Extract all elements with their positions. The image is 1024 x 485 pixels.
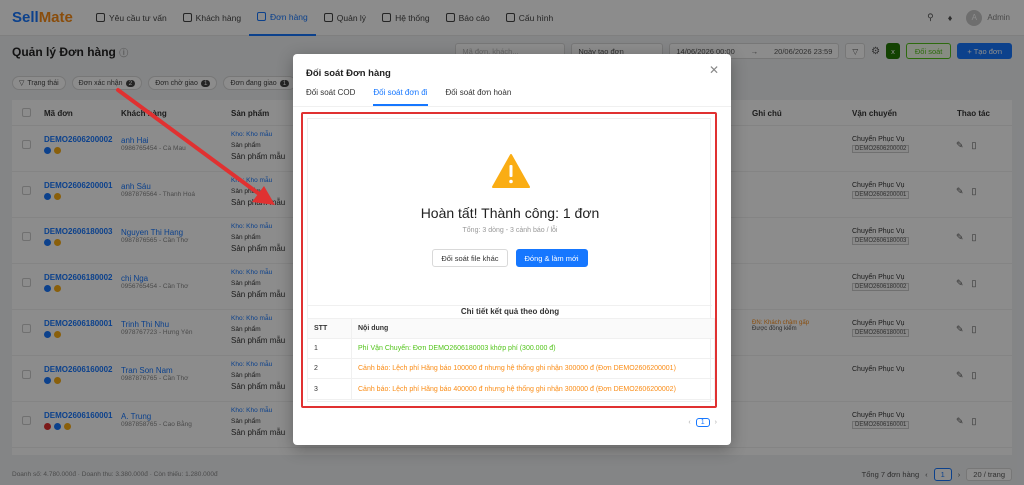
row-content: Cảnh báo: Lệch phí Hãng báo 400000 đ như…	[358, 385, 676, 393]
col-stt: STT	[308, 319, 352, 338]
modal-tabs: Đối soát COD Đối soát đơn đi Đối soát đơ…	[306, 88, 511, 106]
modal-title: Đối soát Đơn hàng	[306, 68, 391, 79]
tab-return[interactable]: Đối soát đơn hoàn	[446, 88, 512, 106]
row-stt: 1	[308, 339, 352, 358]
reconcile-modal: Đối soát Đơn hàng ✕ Đối soát COD Đối soá…	[293, 54, 731, 445]
table-row: 2 Cảnh báo: Lệch phí Hãng báo 100000 đ n…	[308, 359, 714, 379]
col-content: Nội dung	[358, 325, 389, 332]
result-actions: Đối soát file khác Đóng & làm mới	[308, 249, 712, 267]
detail-table: STT Nội dung 1 Phí Vận Chuyển: Đơn DEMO2…	[307, 318, 715, 400]
prev-page-icon[interactable]: ‹	[688, 419, 690, 426]
divider	[308, 305, 712, 306]
tab-outbound[interactable]: Đối soát đơn đi	[373, 88, 428, 106]
warning-icon	[492, 153, 530, 191]
row-stt: 2	[308, 359, 352, 378]
table-row: 1 Phí Vận Chuyển: Đơn DEMO2606180003 khớ…	[308, 339, 714, 359]
result-subtitle: Tổng: 3 dòng - 3 cảnh báo / lỗi	[462, 227, 558, 234]
result-title: Hoàn tất! Thành công: 1 đơn	[420, 205, 600, 221]
close-icon[interactable]: ✕	[709, 63, 719, 77]
tab-cod[interactable]: Đối soát COD	[306, 88, 355, 106]
row-content: Cảnh báo: Lệch phí Hãng báo 100000 đ như…	[358, 365, 676, 372]
detail-table-header: STT Nội dung	[308, 319, 714, 339]
result-highlight-box: Hoàn tất! Thành công: 1 đơn Tổng: 3 dòng…	[301, 112, 717, 408]
reconcile-other-file-button[interactable]: Đối soát file khác	[432, 249, 508, 267]
row-content: Phí Vận Chuyển: Đơn DEMO2606180003 khớp …	[358, 345, 556, 352]
tabs-divider	[293, 106, 731, 107]
close-refresh-button[interactable]: Đóng & làm mới	[515, 249, 588, 267]
detail-title: Chi tiết kết quả theo dòng	[460, 307, 560, 316]
modal-pagination: ‹ 1 ›	[688, 418, 717, 427]
modal-page-number[interactable]: 1	[695, 418, 710, 427]
row-stt: 3	[308, 379, 352, 399]
table-row: 3 Cảnh báo: Lệch phí Hãng báo 400000 đ n…	[308, 379, 714, 399]
next-page-icon[interactable]: ›	[715, 419, 717, 426]
